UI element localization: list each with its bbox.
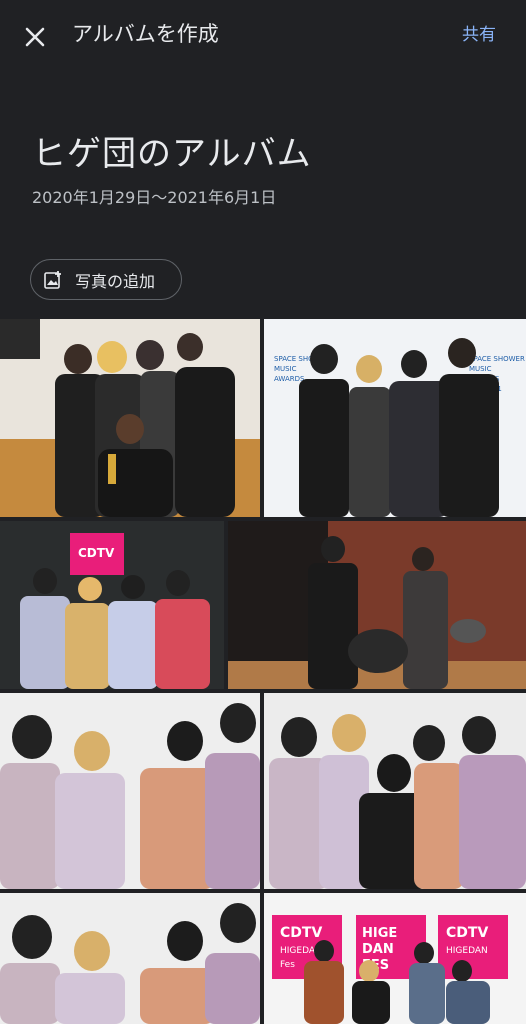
backdrop-text-5: MUSIC [469,365,492,373]
album-title[interactable]: ヒゲ団のアルバム [32,132,312,176]
app-bar: アルバムを作成 共有 [0,0,526,70]
photo-2[interactable]: SPACE SHOWER MUSIC AWARDS SPACE SHOWER M… [264,319,526,517]
add-photo-icon [44,270,61,289]
cdtv-sign-text: CDTV [78,546,115,560]
banner-text-5: DAN [362,942,394,957]
backdrop-text-4: SPACE SHOWER [469,355,525,363]
banner-text-8: HIGEDAN [446,946,488,956]
photo-1[interactable] [0,319,260,517]
banner-text-7: CDTV [446,925,488,941]
banner-text-1: CDTV [280,925,322,941]
photo-grid: SPACE SHOWER MUSIC AWARDS SPACE SHOWER M… [0,319,526,1024]
photo-4[interactable] [228,521,526,689]
add-photo-button[interactable]: 写真の追加 [30,259,182,300]
close-button[interactable] [18,20,52,54]
backdrop-text-3: AWARDS [274,375,305,383]
app-title: アルバムを作成 [72,22,219,46]
banner-text-3: Fes [280,960,295,970]
share-button[interactable]: 共有 [462,22,496,48]
photo-3[interactable]: CDTV [0,521,224,689]
photo-6[interactable] [264,693,526,889]
album-date-range[interactable]: 2020年1月29日〜2021年6月1日 [32,187,276,209]
backdrop-text-2: MUSIC [274,365,297,373]
add-photo-label: 写真の追加 [75,271,156,291]
photo-8[interactable]: CDTV HIGEDAN Fes HIGE DAN FES CDTV HIGED… [264,893,526,1024]
photo-7[interactable] [0,893,260,1024]
photo-5[interactable] [0,693,260,889]
close-icon [25,27,45,47]
banner-text-4: HIGE [362,926,397,941]
